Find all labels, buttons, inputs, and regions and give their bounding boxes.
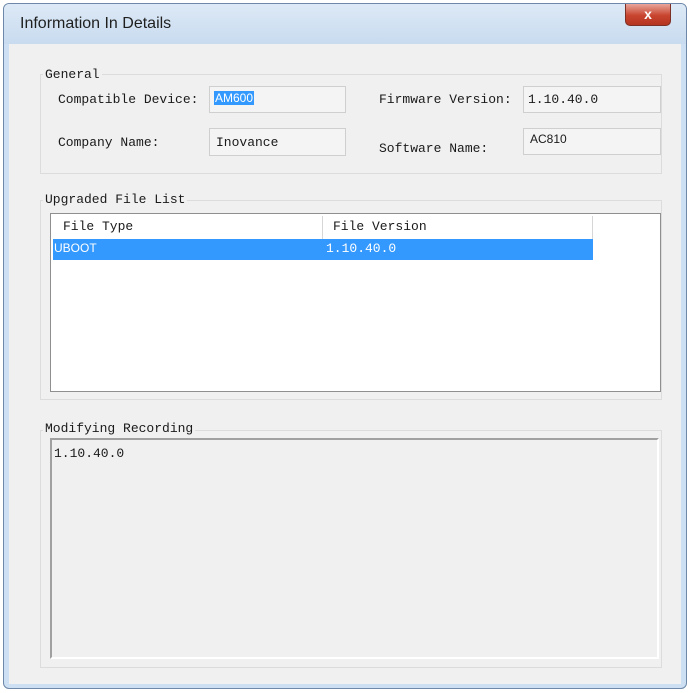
column-header-file-version[interactable]: File Version <box>323 216 593 239</box>
firmware-version-field[interactable]: 1.10.40.0 <box>523 86 661 113</box>
general-group-title: General <box>43 67 102 82</box>
file-list[interactable]: File Type File Version UBOOT 1.10.40.0 <box>50 213 661 392</box>
software-name-value: AC810 <box>530 132 567 146</box>
title-bar[interactable]: Information In Details x <box>4 4 686 44</box>
column-header-file-type[interactable]: File Type <box>53 216 323 239</box>
row-file-version: 1.10.40.0 <box>326 241 397 256</box>
compatible-device-field[interactable]: AM600 <box>209 86 346 113</box>
row-file-type: UBOOT <box>54 241 97 255</box>
company-name-field[interactable]: Inovance <box>209 128 346 156</box>
modifying-recording-title: Modifying Recording <box>43 421 196 436</box>
firmware-version-value: 1.10.40.0 <box>528 92 599 107</box>
modifying-recording-text: 1.10.40.0 <box>54 446 125 461</box>
close-icon: x <box>644 6 652 22</box>
software-name-field[interactable]: AC810 <box>523 128 661 155</box>
firmware-version-label: Firmware Version: <box>379 92 512 107</box>
company-name-value: Inovance <box>216 135 279 150</box>
dialog-body: General Compatible Device: AM600 Firmwar… <box>9 44 681 684</box>
table-row[interactable]: UBOOT 1.10.40.0 <box>53 239 593 260</box>
software-name-label: Software Name: <box>379 141 489 156</box>
close-button[interactable]: x <box>625 4 671 26</box>
compatible-device-value: AM600 <box>214 91 255 105</box>
window-title: Information In Details <box>20 15 172 32</box>
upgraded-file-list-title: Upgraded File List <box>43 192 188 207</box>
dialog-window: Information In Details x General Compati… <box>3 3 687 689</box>
modifying-recording-textarea[interactable]: 1.10.40.0 <box>50 438 659 659</box>
compatible-device-label: Compatible Device: <box>58 92 199 107</box>
company-name-label: Company Name: <box>58 135 160 150</box>
